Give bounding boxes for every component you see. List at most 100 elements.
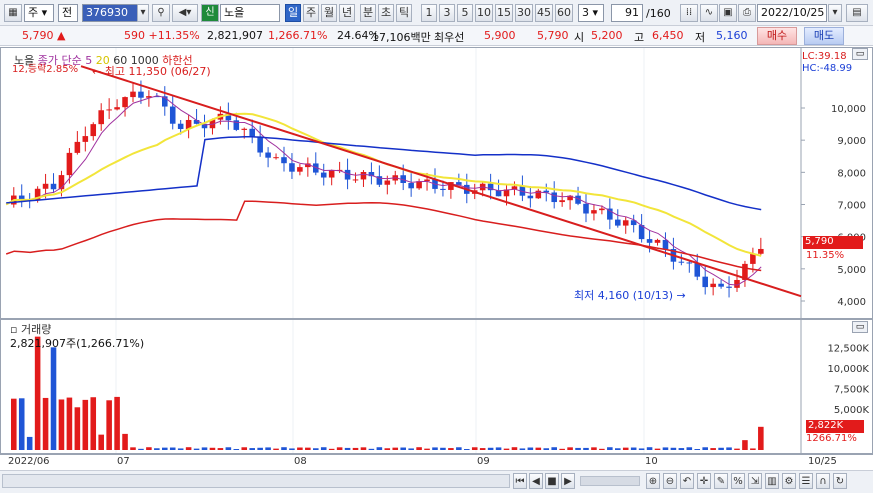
volume-value: 2,821,907주(1,266.71%): [10, 337, 145, 350]
volume-bar: [185, 447, 192, 450]
candle-body: [702, 276, 708, 288]
minute-3[interactable]: 3: [439, 4, 455, 22]
calendar-icon[interactable]: ▾: [828, 4, 842, 22]
volume-bar: [400, 447, 406, 450]
speaker-icon[interactable]: ◀▾: [172, 4, 198, 22]
sell-label: 매도: [813, 29, 835, 42]
interval-spinner[interactable]: 3 ▾: [578, 4, 604, 22]
candle-body: [90, 124, 97, 137]
volume-bar: [654, 448, 661, 450]
market-select[interactable]: 주 ▾: [24, 4, 54, 22]
ruler-icon[interactable]: ⇲: [748, 473, 762, 489]
zoom-in-icon[interactable]: ⊕: [646, 473, 660, 489]
magnet-icon[interactable]: ∩: [816, 473, 830, 489]
volume-bar: [225, 447, 232, 450]
volume-bar: [630, 447, 637, 450]
print-icon[interactable]: ⎙: [738, 4, 756, 22]
buy-button[interactable]: 매수: [757, 27, 797, 45]
minute-45[interactable]: 45: [535, 4, 553, 22]
period-second[interactable]: 초: [378, 4, 394, 22]
volume-bar: [42, 397, 49, 450]
period-week[interactable]: 주: [303, 4, 319, 22]
period-second-label: 초: [380, 6, 392, 19]
view-toggle-icon[interactable]: ▤: [846, 4, 868, 22]
volume-bar: [543, 448, 550, 450]
scope-select[interactable]: 전: [58, 4, 78, 22]
period-year[interactable]: 년: [339, 4, 355, 22]
minute-30-label: 30: [517, 6, 531, 19]
date-value: 2022/10/25: [761, 6, 825, 19]
pencil-icon[interactable]: ✎: [714, 473, 728, 489]
volume-bar: [591, 447, 597, 450]
hc-label: HC:-48.99: [802, 63, 853, 74]
stop-icon[interactable]: ■: [545, 473, 559, 489]
prev-icon[interactable]: ◀: [529, 473, 543, 489]
price-chart[interactable]: 10,0009,0008,0007,0006,0005,0004,000: [0, 47, 873, 319]
volume-bar: [26, 436, 33, 450]
high-label: 고: [634, 31, 645, 44]
volume-bar: [464, 449, 470, 450]
horizontal-scrollbar[interactable]: [2, 474, 510, 488]
wave-icon[interactable]: ∿: [700, 4, 718, 22]
maximize-icon[interactable]: ▭: [852, 48, 868, 60]
volume-bar: [177, 448, 184, 450]
volume-bar: [297, 447, 303, 450]
minute-30[interactable]: 30: [515, 4, 533, 22]
y-tick-label: 8,000: [837, 168, 866, 179]
volume-bar: [471, 447, 478, 450]
period-minute[interactable]: 분: [360, 4, 376, 22]
volume-bar: [448, 448, 454, 450]
search-icon[interactable]: ⚲: [152, 4, 170, 22]
refresh-icon[interactable]: ↻: [833, 473, 847, 489]
period-year-label: 년: [341, 6, 353, 19]
next-icon[interactable]: ▶: [561, 473, 575, 489]
grid-icon[interactable]: ▦: [4, 4, 22, 22]
period-day[interactable]: 일: [285, 4, 301, 22]
candle-body: [615, 219, 621, 226]
candle-body: [551, 192, 557, 203]
volume-tick-label: 5,000K: [834, 405, 870, 416]
sell-button[interactable]: 매도: [804, 27, 844, 45]
market-value: 주: [28, 6, 39, 19]
chevron-down-icon[interactable]: ▾: [137, 4, 149, 22]
date-input[interactable]: 2022/10/25: [757, 4, 827, 22]
minute-10[interactable]: 10: [475, 4, 493, 22]
period-month[interactable]: 월: [321, 4, 337, 22]
volume-bar: [686, 447, 693, 450]
first-page-icon[interactable]: ⏮: [513, 473, 527, 489]
save-icon[interactable]: ▣: [719, 4, 737, 22]
maximize-volume-icon[interactable]: ▭: [852, 321, 868, 333]
list-icon[interactable]: ☰: [799, 473, 813, 489]
volume-bar: [519, 448, 526, 450]
settings-icon[interactable]: ⚙: [782, 473, 796, 489]
candle-body: [50, 183, 57, 190]
candle-body: [82, 136, 89, 142]
undo-icon[interactable]: ↶: [680, 473, 694, 489]
crosshair-icon[interactable]: ✛: [697, 473, 711, 489]
minute-60[interactable]: 60: [555, 4, 573, 22]
volume-bar: [130, 447, 136, 450]
code-value: 376930: [86, 6, 128, 19]
chart-type-icon[interactable]: ▥: [765, 473, 779, 489]
volume-bar: [607, 447, 613, 450]
candle-body: [130, 91, 136, 98]
minute-5[interactable]: 5: [457, 4, 473, 22]
grid-settings-icon[interactable]: ⁞⁞: [680, 4, 698, 22]
volume-bar: [50, 347, 57, 450]
volume-bar: [503, 448, 510, 450]
volume-bar: [670, 447, 677, 450]
percent-icon[interactable]: %: [731, 473, 745, 489]
low-note-text: 최저 4,160 (10/13): [574, 289, 674, 302]
minute-15[interactable]: 15: [495, 4, 513, 22]
period-tick[interactable]: 틱: [396, 4, 412, 22]
volume-bar: [162, 447, 168, 450]
candle-body: [408, 183, 414, 189]
minute-45-label: 45: [537, 6, 551, 19]
candle-body: [289, 163, 295, 172]
new-badge: 신: [201, 4, 219, 22]
speed-slider[interactable]: [580, 476, 640, 486]
minute-1[interactable]: 1: [421, 4, 437, 22]
page-input[interactable]: 91: [611, 4, 643, 22]
y-tick-label: 5,000: [837, 265, 866, 276]
zoom-out-icon[interactable]: ⊖: [663, 473, 677, 489]
